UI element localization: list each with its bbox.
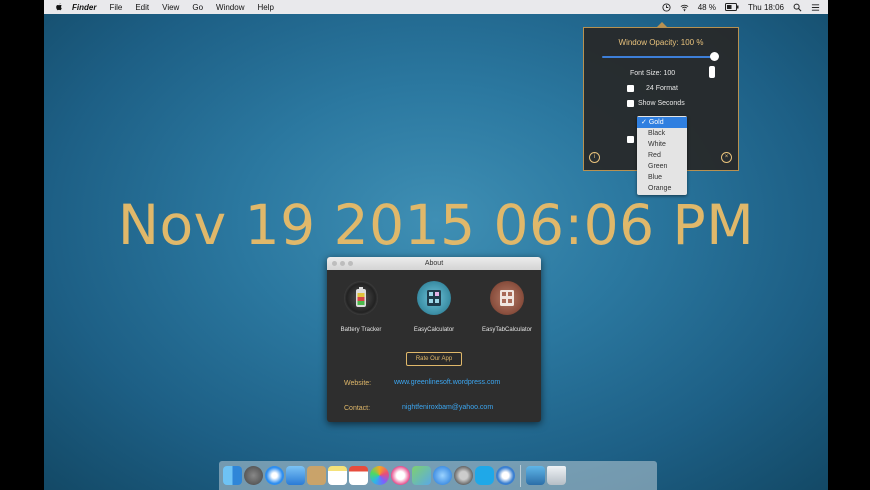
battery-glyph-icon [356, 287, 366, 307]
zoom-window-button[interactable] [348, 261, 353, 266]
dropdown-option-orange[interactable]: Orange [637, 183, 687, 194]
apple-icon[interactable] [54, 2, 64, 12]
easycalculator-icon[interactable] [417, 281, 451, 315]
dock-separator [520, 464, 521, 487]
notes-icon[interactable] [328, 466, 347, 485]
show-seconds-label: Show Seconds [638, 100, 685, 107]
itunes-icon[interactable] [391, 466, 410, 485]
app-easycalculator[interactable]: EasyCalculator [404, 281, 464, 333]
dropdown-option-black[interactable]: Black [637, 128, 687, 139]
menu-help[interactable]: Help [257, 3, 273, 12]
app-store-icon[interactable] [433, 466, 452, 485]
tab-calculator-glyph-icon [500, 290, 514, 306]
notification-center-icon[interactable] [811, 3, 820, 12]
format-label: 24 Format [646, 85, 678, 92]
app-easytabcalculator[interactable]: EasyTabCalculator [477, 281, 537, 333]
battery-icon[interactable] [724, 3, 739, 11]
menu-file[interactable]: File [109, 3, 122, 12]
minimize-window-button[interactable] [340, 261, 345, 266]
menu-app-name[interactable]: Finder [72, 3, 96, 12]
dropdown-option-blue[interactable]: Blue [637, 172, 687, 183]
opacity-slider[interactable] [602, 52, 719, 61]
about-window: About Battery Tracker EasyCalculator Eas… [327, 257, 541, 422]
menu-view[interactable]: View [162, 3, 179, 12]
rate-our-app-button[interactable]: Rate Our App [406, 352, 462, 366]
desktop: Finder File Edit View Go Window Help 48 … [44, 0, 828, 490]
dropdown-option-green[interactable]: Green [637, 161, 687, 172]
finder-icon[interactable] [223, 466, 242, 485]
website-link[interactable]: www.greenlinesoft.wordpress.com [394, 379, 500, 386]
easytabcalculator-icon[interactable] [490, 281, 524, 315]
color-checkbox[interactable] [627, 136, 634, 143]
screen-icon[interactable] [526, 466, 545, 485]
maps-icon[interactable] [412, 466, 431, 485]
website-label: Website: [344, 380, 372, 387]
show-seconds-checkbox[interactable] [627, 100, 634, 107]
info-icon[interactable]: i [589, 152, 600, 163]
menu-edit[interactable]: Edit [135, 3, 149, 12]
popover-pointer [656, 22, 668, 28]
contacts-icon[interactable] [307, 466, 326, 485]
menu-clock[interactable]: Thu 18:06 [748, 3, 784, 12]
close-icon[interactable]: × [721, 152, 732, 163]
trash-icon[interactable] [547, 466, 566, 485]
mail-icon[interactable] [286, 466, 305, 485]
skype-icon[interactable] [475, 466, 494, 485]
menu-bar: Finder File Edit View Go Window Help 48 … [44, 0, 828, 14]
battery-percent: 48 % [697, 2, 716, 12]
option-label: Gold [648, 119, 664, 126]
spotlight-search-icon[interactable] [793, 3, 802, 12]
menu-window[interactable]: Window [216, 3, 244, 12]
clock-status-icon[interactable] [662, 2, 671, 12]
desktop-clock: Nov 19 2015 06:06 PM [117, 193, 755, 257]
dropdown-option-red[interactable]: Red [637, 150, 687, 161]
status-area: 48 % Thu 18:06 [662, 0, 820, 14]
quicktime-icon[interactable] [496, 466, 515, 485]
app-battery-tracker[interactable]: Battery Tracker [331, 281, 391, 333]
battery-tracker-icon[interactable] [344, 281, 378, 315]
opacity-label: Window Opacity: 100 % [618, 38, 704, 47]
dropdown-option-white[interactable]: White [637, 139, 687, 150]
dropdown-option-gold[interactable]: ✓ Gold [637, 117, 687, 128]
photos-icon[interactable] [370, 466, 389, 485]
close-window-button[interactable] [332, 261, 337, 266]
safari-icon[interactable] [265, 466, 284, 485]
color-dropdown[interactable]: ✓ Gold Black White Red Green Blue Orange [637, 116, 687, 195]
about-titlebar[interactable]: About [327, 257, 541, 270]
font-size-label: Font Size: 100 [630, 70, 676, 77]
launchpad-icon[interactable] [244, 466, 263, 485]
wifi-icon[interactable] [680, 3, 689, 12]
about-title: About [424, 260, 444, 267]
calendar-icon[interactable] [349, 466, 368, 485]
app-label: EasyCalculator [413, 327, 455, 333]
menu-go[interactable]: Go [192, 3, 203, 12]
contact-label: Contact: [344, 405, 371, 412]
slider-knob[interactable] [710, 52, 719, 61]
contact-link[interactable]: nightfeniroxbam@yahoo.com [402, 404, 493, 411]
dock [219, 461, 657, 490]
format-checkbox[interactable] [627, 85, 634, 92]
app-label: Battery Tracker [340, 327, 382, 333]
font-size-stepper[interactable] [709, 66, 715, 78]
calculator-glyph-icon [427, 290, 441, 306]
app-label: EasyTabCalculator [481, 327, 533, 333]
preferences-icon[interactable] [454, 466, 473, 485]
selected-check: ✓ [641, 119, 647, 126]
